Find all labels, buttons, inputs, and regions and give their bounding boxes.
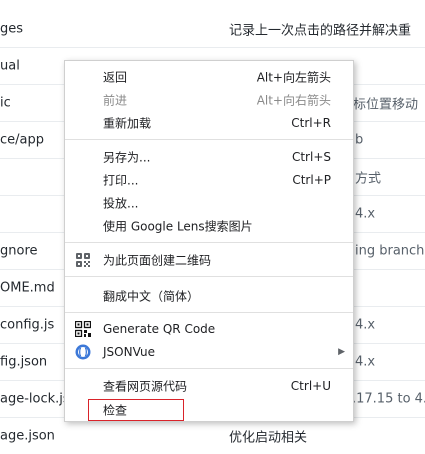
file-name[interactable]: age-lock.js	[0, 391, 70, 406]
menu-item-google-lens[interactable]: 使用 Google Lens搜索图片	[65, 215, 353, 237]
commit-message[interactable]: 方式	[355, 167, 381, 186]
file-name[interactable]: fig.json	[0, 354, 47, 369]
menu-item-shortcut: Alt+向右箭头	[256, 93, 331, 108]
menu-item-view-source[interactable]: 查看网页源代码 Ctrl+U	[65, 375, 353, 397]
commit-message[interactable]: 优化启动相关	[229, 426, 307, 445]
commit-message[interactable]: 记录上一次点击的路径并解决重	[229, 19, 411, 38]
menu-item-label: 投放...	[103, 196, 139, 211]
commit-message[interactable]: 4.x	[355, 206, 375, 221]
menu-item-label: 打印...	[103, 173, 139, 188]
menu-item-print[interactable]: 打印... Ctrl+P	[65, 169, 353, 191]
highlight-box	[88, 399, 184, 421]
menu-item-cast[interactable]: 投放...	[65, 192, 353, 214]
menu-item-label: 查看网页源代码	[103, 379, 188, 394]
file-name[interactable]: ual	[0, 58, 20, 73]
menu-separator	[65, 242, 353, 243]
menu-item-back[interactable]: 返回 Alt+向左箭头	[65, 66, 353, 88]
menu-item-shortcut: Ctrl+S	[291, 150, 331, 164]
menu-separator	[65, 276, 353, 277]
commit-message[interactable]: .17.15 to 4.1	[352, 391, 425, 406]
menu-item-reload[interactable]: 重新加载 Ctrl+R	[65, 112, 353, 134]
menu-item-shortcut: Ctrl+P	[292, 173, 331, 187]
menu-item-shortcut: Ctrl+U	[290, 379, 331, 393]
menu-item-jsonvue[interactable]: JSONVue ▶	[65, 341, 353, 363]
menu-item-label: 返回	[103, 70, 128, 85]
menu-separator	[65, 139, 353, 140]
menu-separator	[65, 368, 353, 369]
file-name[interactable]: ges	[0, 21, 23, 36]
file-name[interactable]: config.js	[0, 317, 54, 332]
commit-message[interactable]: b	[355, 132, 363, 147]
file-name[interactable]: OME.md	[0, 280, 55, 295]
qr-code-icon	[74, 320, 92, 338]
menu-item-label: 前进	[103, 93, 128, 108]
menu-item-label: 另存为...	[103, 150, 151, 165]
menu-item-label: 重新加载	[103, 116, 152, 131]
submenu-arrow-icon: ▶	[338, 347, 345, 357]
menu-item-save-as[interactable]: 另存为... Ctrl+S	[65, 146, 353, 168]
menu-item-create-qr-code[interactable]: 为此页面创建二维码	[65, 249, 353, 271]
file-name[interactable]: gnore	[0, 243, 38, 258]
menu-item-forward[interactable]: 前进 Alt+向右箭头	[65, 89, 353, 111]
file-row[interactable]: ges 记录上一次点击的路径并解决重	[0, 10, 425, 48]
commit-message[interactable]: 标位置移动	[353, 93, 418, 112]
file-name[interactable]: age.json	[0, 428, 55, 443]
jsonvue-icon	[75, 344, 91, 360]
menu-item-label: JSONVue	[103, 345, 155, 359]
menu-item-label: 使用 Google Lens搜索图片	[103, 219, 253, 234]
file-name[interactable]: ic	[0, 95, 11, 110]
menu-item-label: 翻成中文（简体）	[103, 289, 200, 304]
menu-separator	[65, 312, 353, 313]
file-name[interactable]: ce/app	[0, 132, 44, 147]
menu-item-translate[interactable]: 翻成中文（简体）	[65, 285, 353, 307]
commit-message[interactable]: 4.x	[355, 354, 375, 369]
menu-item-generate-qr-code[interactable]: Generate QR Code	[65, 318, 353, 340]
qr-code-icon	[75, 252, 91, 268]
file-row[interactable]: age.json 优化启动相关	[0, 417, 425, 454]
context-menu: 返回 Alt+向左箭头 前进 Alt+向右箭头 重新加载 Ctrl+R 另存为.…	[64, 60, 354, 422]
menu-item-shortcut: Alt+向左箭头	[256, 70, 331, 85]
menu-item-shortcut: Ctrl+R	[291, 116, 331, 130]
menu-item-label: Generate QR Code	[103, 322, 216, 336]
commit-message[interactable]: 4.x	[355, 317, 375, 332]
menu-item-label: 为此页面创建二维码	[103, 253, 212, 268]
commit-message[interactable]: ing branch '	[355, 243, 425, 258]
